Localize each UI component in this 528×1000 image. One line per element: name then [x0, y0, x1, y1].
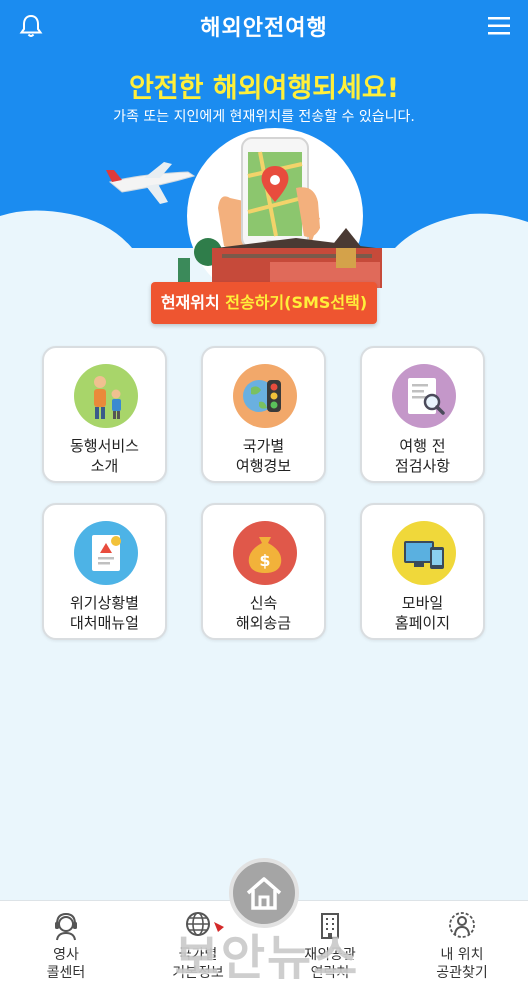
nav-label-line1: 내 위치: [440, 947, 484, 963]
headset-agent-icon: [55, 912, 77, 941]
card-mobile-homepage[interactable]: 모바일 홈페이지: [360, 503, 485, 640]
nav-find-nearest-embassy[interactable]: 내 위치 공관찾기: [396, 908, 528, 992]
globe-traffic-light-icon: [233, 364, 297, 428]
card-label-line1: 여행 전: [399, 437, 446, 455]
card-label-line2: 여행경보: [235, 457, 292, 475]
travel-illustration: [106, 128, 382, 288]
sms-button-label: 현재위치: [160, 293, 226, 312]
hamburger-menu-icon[interactable]: [486, 14, 512, 38]
card-label-line1: 국가별: [242, 437, 285, 455]
card-label: 국가별 여행경보: [203, 436, 324, 476]
card-label: 모바일 홈페이지: [362, 593, 483, 633]
hero-headline: 안전한 해외여행되세요!: [128, 73, 400, 104]
card-label-line1: 위기상황별: [69, 594, 139, 612]
nav-label: 영사 콜센터: [0, 946, 132, 982]
hero-section: 해외안전여행 안전한 해외여행되세요! 가족 또는 지인에게 현재위치를 전송할…: [0, 0, 528, 330]
nav-consular-call-center[interactable]: 영사 콜센터: [0, 908, 132, 992]
card-overseas-remittance[interactable]: $ 신속 해외송금: [201, 503, 326, 640]
card-label-line2: 홈페이지: [394, 614, 451, 632]
card-pre-travel-checklist[interactable]: 여행 전 점검사항: [360, 346, 485, 483]
card-label-line2: 해외송금: [235, 614, 292, 632]
nav-label: 내 위치 공관찾기: [396, 946, 528, 982]
card-label: 여행 전 점검사항: [362, 436, 483, 476]
send-location-sms-button[interactable]: 현재위치 전송하기(SMS선택): [151, 282, 377, 324]
watermark-text: 보안뉴스: [174, 930, 360, 986]
app-header: 해외안전여행: [0, 0, 528, 50]
money-bag-icon: $: [233, 521, 297, 585]
nav-label-line2: 공관찾기: [436, 965, 488, 981]
card-companion-service[interactable]: 동행서비스 소개: [42, 346, 167, 483]
card-label-line1: 신속: [249, 594, 278, 612]
nav-label-line2: 콜센터: [46, 965, 86, 981]
airplane-icon: [106, 162, 196, 204]
mobile-devices-icon: [392, 521, 456, 585]
card-label: 동행서비스 소개: [44, 436, 165, 476]
card-crisis-manual[interactable]: 위기상황별 대처매뉴얼: [42, 503, 167, 640]
card-label: 신속 해외송금: [203, 593, 324, 633]
card-travel-alert[interactable]: 국가별 여행경보: [201, 346, 326, 483]
app-title: 해외안전여행: [200, 16, 328, 41]
watermark: 보안뉴스: [152, 918, 382, 992]
card-label-line1: 동행서비스: [69, 437, 139, 455]
sms-button-accent-label: 전송하기(SMS선택): [225, 293, 368, 312]
watermark-red-mark: [214, 922, 224, 932]
checklist-magnifier-icon: [392, 364, 456, 428]
svg-text:$: $: [259, 551, 270, 570]
hero-subhead: 가족 또는 지인에게 현재위치를 전송할 수 있습니다.: [113, 109, 415, 125]
card-label-line2: 점검사항: [394, 457, 451, 475]
nav-label-line1: 영사: [53, 947, 79, 963]
location-person-icon: [449, 912, 475, 938]
card-label-line2: 소개: [90, 457, 119, 475]
emergency-manual-icon: [74, 521, 138, 585]
companion-icon: [74, 364, 138, 428]
card-label-line1: 모바일: [401, 594, 444, 612]
card-label: 위기상황별 대처매뉴얼: [44, 593, 165, 633]
menu-grid: 동행서비스 소개 국가별 여행경보 여행 전 점검사항 위기상황별 대처매뉴얼 …: [42, 346, 486, 642]
card-label-line2: 대처매뉴얼: [69, 614, 139, 632]
